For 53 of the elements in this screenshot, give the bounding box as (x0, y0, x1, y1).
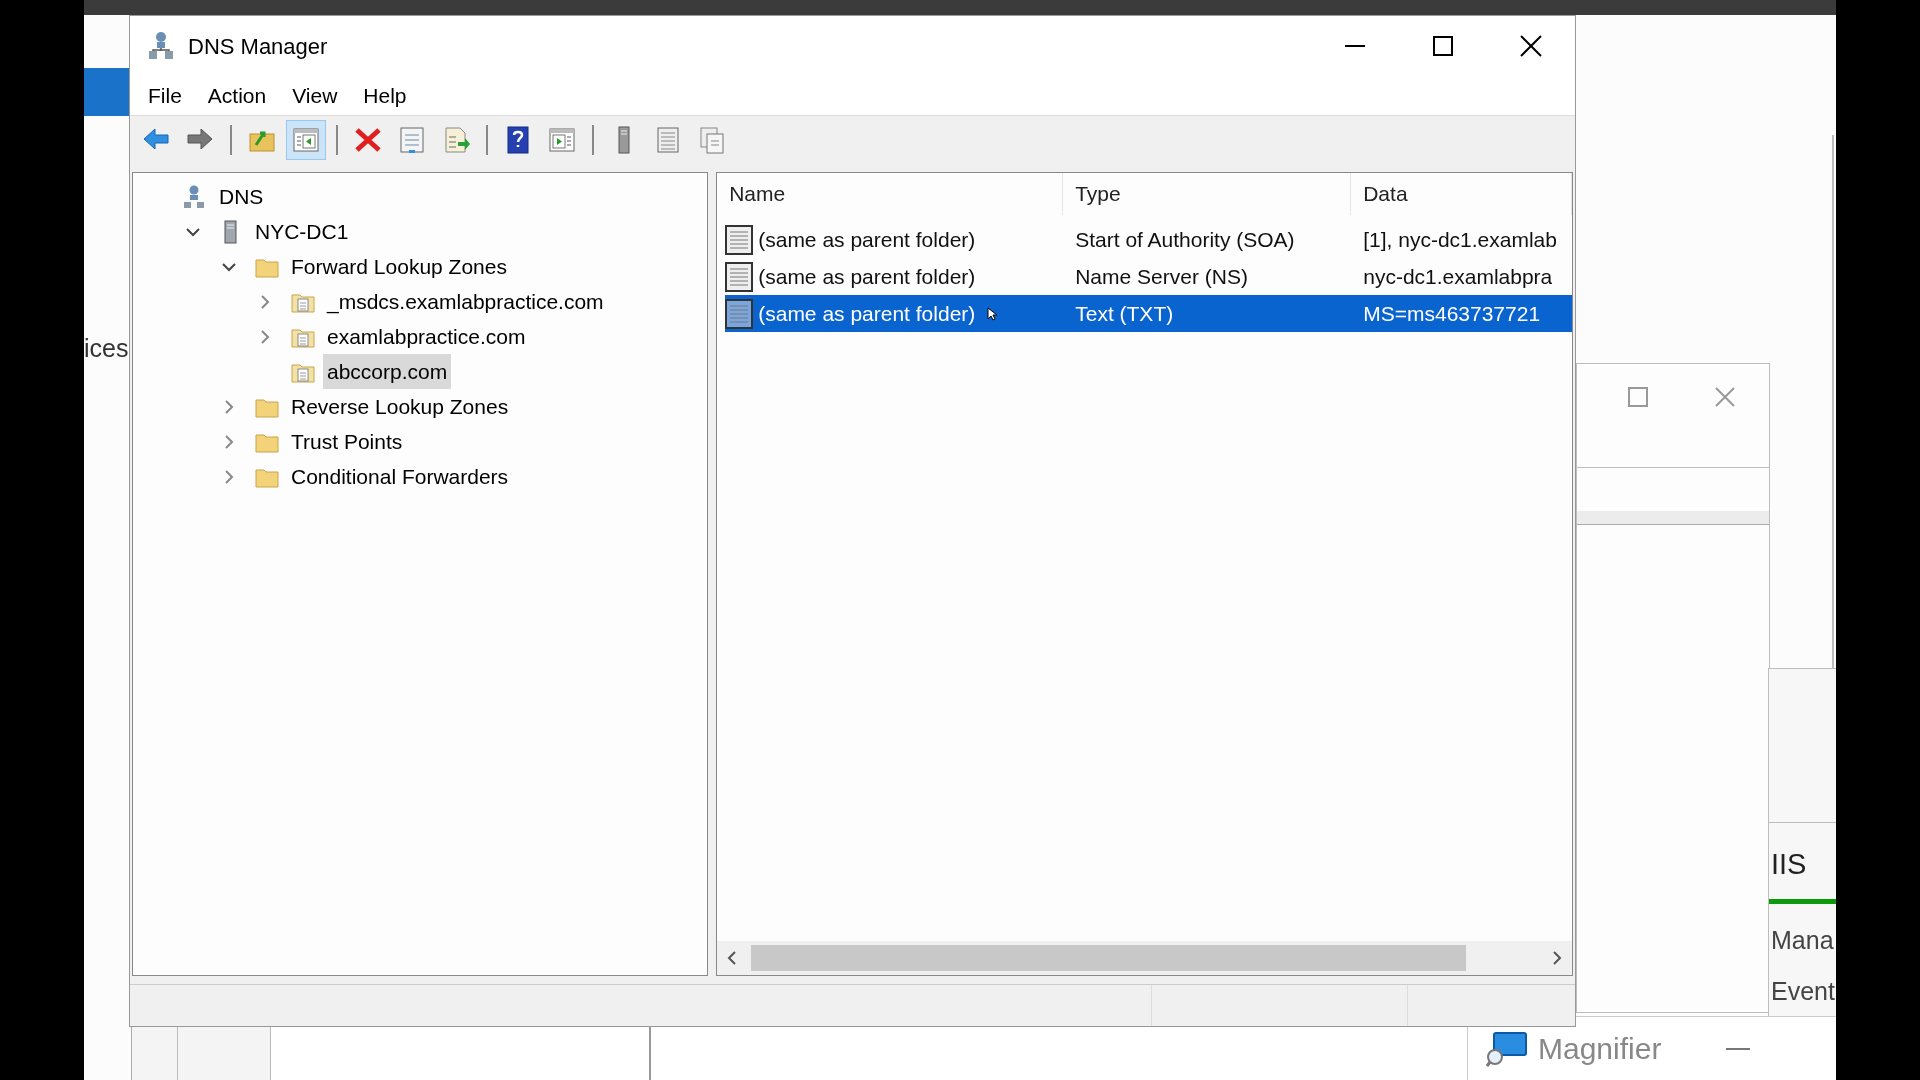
menu-item[interactable]: File (138, 79, 192, 112)
menu-item[interactable]: View (282, 79, 348, 112)
minimize-icon[interactable] (1726, 1047, 1751, 1050)
record-row[interactable]: (same as parent folder) Text (TXT) MS=ms463737721 (725, 295, 1572, 332)
menu-item[interactable]: Action (197, 79, 277, 112)
column-header[interactable]: Type (1063, 173, 1352, 215)
horizontal-scrollbar[interactable] (717, 941, 1572, 975)
record-icon (725, 261, 754, 292)
record-name: (same as parent folder) (758, 226, 976, 253)
sidebar-label: ices (84, 333, 129, 364)
iis-item[interactable]: Mana (1769, 921, 1836, 959)
record-type: Name Server (NS) (1074, 263, 1249, 290)
iis-item[interactable]: Event (1769, 973, 1836, 1011)
magnifier-title: Magnifier (1538, 1031, 1662, 1067)
maximize-icon[interactable] (1627, 386, 1649, 408)
column-header[interactable]: Data (1351, 173, 1572, 215)
record-data: MS=ms463737721 (1362, 300, 1541, 327)
record-type: Text (TXT) (1074, 300, 1175, 327)
delete-icon (353, 125, 383, 155)
tree-item[interactable]: examlabpractice.com (323, 318, 530, 355)
tree-item[interactable]: DNS (215, 178, 268, 215)
scrollbar-thumb[interactable] (751, 945, 1467, 971)
sidebar-highlight (84, 68, 130, 116)
tree-item[interactable]: Conditional Forwarders (287, 458, 513, 495)
window-title: DNS Manager (188, 32, 328, 61)
record-data: nyc-dc1.examlabpra (1362, 263, 1553, 290)
mouse-cursor-icon (987, 306, 998, 321)
record-icon (725, 298, 754, 329)
record-icon (725, 224, 754, 255)
tree-item[interactable]: Forward Lookup Zones (287, 248, 511, 285)
dns-icon (148, 31, 174, 61)
record-name: (same as parent folder) (758, 263, 976, 290)
close-icon (1520, 35, 1542, 57)
record-type: Start of Authority (SOA) (1074, 226, 1296, 253)
tree-item[interactable]: Trust Points (287, 423, 407, 460)
column-header[interactable]: Name (717, 173, 1064, 215)
magnifier-icon[interactable] (1486, 1030, 1528, 1067)
menu-item[interactable]: Help (353, 79, 417, 112)
documents-icon (697, 125, 727, 155)
record-name: (same as parent folder) (758, 300, 976, 327)
tree-item[interactable]: NYC-DC1 (251, 213, 353, 250)
tree-item[interactable]: abccorp.com (323, 353, 452, 390)
console-tree-icon (291, 125, 321, 155)
properties-icon (397, 125, 427, 155)
close-icon[interactable] (1714, 386, 1736, 408)
action-pane-icon (547, 125, 577, 155)
dns-icon (183, 184, 207, 209)
iis-title: IIS (1770, 847, 1808, 882)
record-row[interactable]: (same as parent folder) Name Server (NS) nyc-dc1.examlabpra (725, 258, 1572, 295)
record-data: [1], nyc-dc1.examlab (1362, 226, 1557, 253)
tree-item[interactable]: Reverse Lookup Zones (287, 388, 513, 425)
record-row[interactable]: (same as parent folder) Start of Authority (SOA) [1], nyc-dc1.examlab (725, 221, 1572, 258)
tree-item[interactable]: _msdcs.examlabpractice.com (323, 283, 608, 320)
